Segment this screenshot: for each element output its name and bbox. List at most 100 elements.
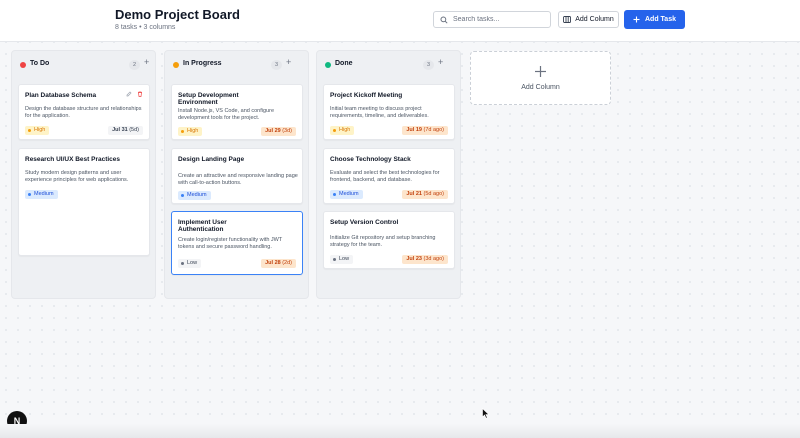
mouse-cursor-icon	[482, 408, 490, 419]
column-status-dot	[325, 62, 331, 68]
trash-icon[interactable]	[137, 91, 143, 97]
due-date: Jul 31	[112, 127, 128, 133]
priority-dot	[333, 193, 336, 196]
edit-icon[interactable]	[126, 91, 132, 97]
card-description: Initial team meeting to discuss project …	[330, 106, 429, 119]
priority-dot	[333, 129, 336, 132]
column-title: Done	[335, 60, 353, 67]
due-date-badge: Jul 28 (2d)	[261, 259, 296, 268]
column-title: In Progress	[183, 60, 222, 67]
column-header: In Progress 3 +	[165, 51, 308, 79]
due-relative: (3d ago)	[423, 256, 445, 262]
priority-dot	[28, 193, 31, 196]
board-subtitle: 8 tasks • 3 columns	[115, 24, 176, 31]
task-card[interactable]: Research UI/UX Best Practices Study mode…	[18, 148, 150, 256]
column-count-badge: 2	[129, 60, 140, 70]
priority-badge: Medium	[178, 191, 211, 200]
add-card-button[interactable]: +	[438, 57, 443, 67]
column-status-dot	[20, 62, 26, 68]
task-card[interactable]: Setup Version Control Initialize Git rep…	[323, 211, 455, 269]
priority-label: Medium	[339, 191, 359, 197]
add-task-button-label: Add Task	[645, 16, 676, 23]
add-column-tile[interactable]: Add Column	[470, 51, 611, 105]
card-title: Project Kickoff Meeting	[330, 92, 403, 99]
due-relative: (3d)	[282, 128, 292, 134]
priority-label: High	[339, 127, 351, 133]
app-header: Demo Project Board 8 tasks • 3 columns A…	[0, 0, 800, 42]
priority-dot	[181, 130, 184, 133]
priority-badge: Medium	[25, 190, 58, 199]
due-relative: (2d)	[282, 260, 292, 266]
priority-badge: High	[25, 126, 50, 135]
card-title: Setup Version Control	[330, 219, 399, 226]
due-relative: (5d)	[129, 127, 139, 133]
task-card-selected[interactable]: Implement User Authentication Create log…	[171, 211, 303, 275]
due-relative: (5d ago)	[423, 191, 445, 197]
search-icon	[440, 15, 448, 24]
column-todo: To Do 2 + Plan Database Schema Design th…	[11, 50, 156, 299]
card-description: Install Node.js, VS Code, and configure …	[178, 108, 275, 121]
column-header: To Do 2 +	[12, 51, 155, 79]
task-card[interactable]: Project Kickoff Meeting Initial team mee…	[323, 84, 455, 140]
priority-badge: Low	[178, 259, 202, 268]
column-done: Done 3 + Project Kickoff Meeting Initial…	[316, 50, 461, 299]
card-description: Create login/register functionality with…	[178, 237, 283, 250]
add-column-tile-label: Add Column	[521, 84, 560, 91]
due-date-badge: Jul 31 (5d)	[108, 126, 143, 135]
due-date-badge: Jul 19 (7d ago)	[402, 126, 448, 135]
priority-label: High	[187, 128, 199, 134]
add-card-button[interactable]: +	[286, 57, 291, 67]
priority-label: Medium	[34, 191, 54, 197]
priority-dot	[181, 262, 184, 265]
due-date-badge: Jul 29 (3d)	[261, 127, 296, 136]
priority-dot	[333, 258, 336, 261]
task-card[interactable]: Plan Database Schema Design the database…	[18, 84, 150, 140]
task-card[interactable]: Setup Development Environment Install No…	[171, 84, 303, 140]
priority-dot	[181, 194, 184, 197]
priority-label: Low	[187, 260, 198, 266]
priority-badge: Medium	[330, 190, 363, 199]
priority-badge: High	[330, 126, 355, 135]
card-title: Research UI/UX Best Practices	[25, 156, 121, 163]
search-input[interactable]	[453, 16, 548, 23]
card-description: Evaluate and select the best technologie…	[330, 170, 440, 183]
search-box[interactable]	[433, 11, 551, 28]
priority-dot	[28, 129, 31, 132]
due-relative: (7d ago)	[423, 127, 445, 133]
board-title: Demo Project Board	[115, 7, 240, 22]
due-date: Jul 23	[406, 256, 422, 262]
card-description: Study modern design patterns and user ex…	[25, 170, 129, 183]
card-description: Create an attractive and responsive land…	[178, 173, 298, 186]
add-card-button[interactable]: +	[144, 57, 149, 67]
card-title: Plan Database Schema	[25, 92, 97, 99]
column-in-progress: In Progress 3 + Setup Development Enviro…	[164, 50, 309, 299]
card-actions	[126, 91, 143, 97]
columns-icon	[563, 16, 572, 23]
card-title: Setup Development Environment	[178, 92, 239, 106]
card-description: Design the database structure and relati…	[25, 106, 142, 119]
plus-icon	[535, 66, 546, 77]
due-date: Jul 28	[265, 260, 281, 266]
column-status-dot	[173, 62, 179, 68]
bottom-fade	[0, 424, 800, 438]
add-task-button[interactable]: Add Task	[624, 10, 685, 29]
task-card[interactable]: Choose Technology Stack Evaluate and sel…	[323, 148, 455, 204]
card-title: Choose Technology Stack	[330, 156, 411, 163]
card-description: Initialize Git repository and setup bran…	[330, 235, 436, 248]
card-title: Design Landing Page	[178, 156, 245, 163]
column-header: Done 3 +	[317, 51, 460, 79]
column-count-badge: 3	[271, 60, 282, 70]
priority-label: Medium	[187, 192, 207, 198]
due-date-badge: Jul 23 (3d ago)	[402, 255, 448, 264]
add-column-button-label: Add Column	[575, 16, 614, 23]
priority-badge: Low	[330, 255, 354, 264]
add-column-button[interactable]: Add Column	[558, 11, 619, 28]
column-count-badge: 3	[423, 60, 434, 70]
due-date: Jul 19	[406, 127, 422, 133]
card-title: Implement User Authentication	[178, 219, 227, 233]
task-card[interactable]: Design Landing Page Create an attractive…	[171, 148, 303, 204]
due-date-badge: Jul 21 (5d ago)	[402, 190, 448, 199]
due-date: Jul 21	[406, 191, 422, 197]
column-title: To Do	[30, 60, 50, 67]
priority-label: Low	[339, 256, 350, 262]
